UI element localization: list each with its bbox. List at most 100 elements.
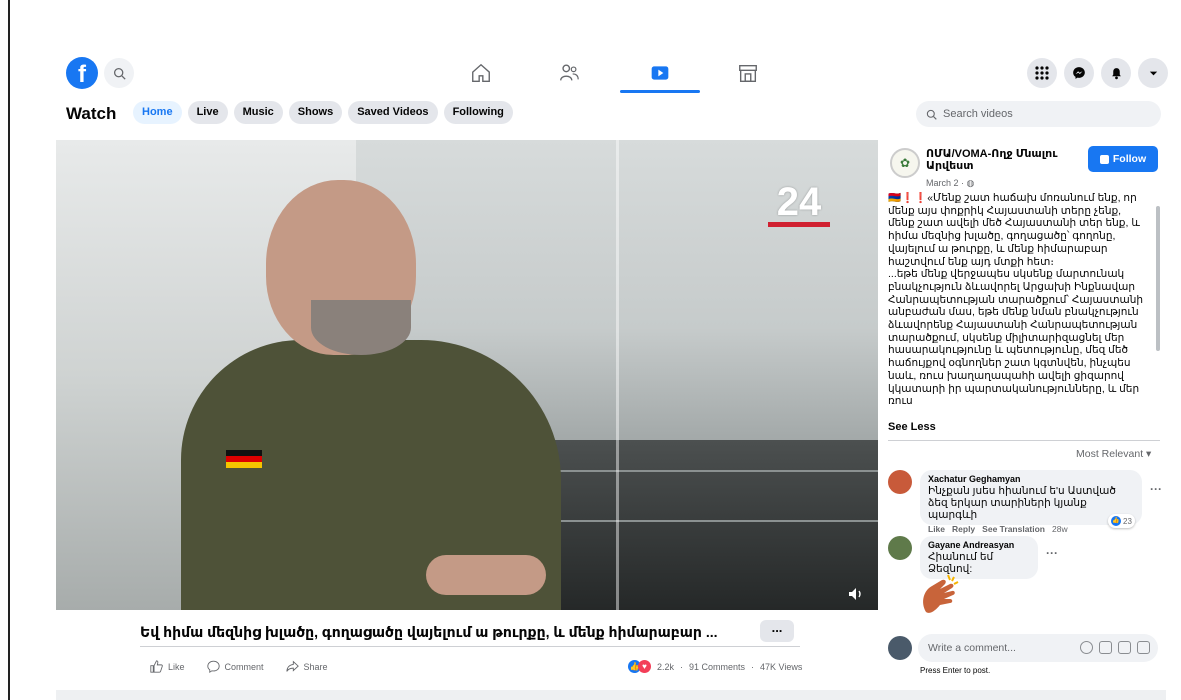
see-translation-link[interactable]: See Translation [982, 524, 1045, 534]
watch-tabs: Home Live Music Shows Saved Videos Follo… [133, 101, 513, 124]
chevron-down-icon [1149, 71, 1157, 75]
write-comment-placeholder: Write a comment... [928, 642, 1016, 654]
like-label: Like [168, 661, 185, 672]
left-border [8, 0, 10, 700]
facebook-logo[interactable]: f [66, 57, 98, 89]
video-actions: Like Comment Share [150, 660, 328, 673]
tab-live[interactable]: Live [187, 101, 228, 124]
post-date: March 2 · ◍ [926, 178, 974, 189]
shelf-line [526, 520, 878, 522]
account-button[interactable] [1138, 58, 1168, 88]
video-player[interactable]: 24 [56, 140, 878, 610]
notifications-button[interactable] [1101, 58, 1131, 88]
comment-sort-dropdown[interactable]: Most Relevant ▾ [1076, 448, 1151, 460]
friends-icon [560, 64, 579, 81]
more-options-button[interactable]: ... [760, 620, 794, 642]
watch-icon [651, 66, 669, 80]
video-caption[interactable]: Եվ հիմա մեզնից խլածը, գողացածը վայելում … [140, 624, 740, 641]
channel-logo: 24 [776, 180, 822, 224]
search-videos-placeholder: Search videos [943, 108, 1013, 120]
speaker-beard [311, 300, 411, 355]
comment-options-button[interactable]: ··· [1046, 546, 1058, 560]
grid-menu-icon [1035, 66, 1049, 80]
page-title: Watch [66, 104, 117, 123]
home-icon [472, 63, 490, 82]
marketplace-icon [739, 64, 757, 82]
comment-like-link[interactable]: Like [928, 524, 945, 534]
like-reaction-icon: 👍 [1111, 516, 1121, 526]
share-icon [285, 660, 299, 672]
follow-icon [1099, 154, 1109, 164]
camera-icon[interactable] [1099, 641, 1112, 654]
reaction-count[interactable]: 2.2k [657, 662, 674, 672]
top-navigation-bar: f [56, 40, 1168, 98]
see-less-link[interactable]: See Less [888, 421, 936, 433]
commenter-avatar[interactable] [888, 536, 912, 560]
comment-input-tools [1080, 641, 1150, 654]
divider [140, 646, 800, 647]
comment-reply-link[interactable]: Reply [952, 524, 975, 534]
bell-icon [1111, 67, 1121, 79]
write-comment-input[interactable]: Write a comment... [918, 634, 1158, 662]
tab-following[interactable]: Following [443, 101, 513, 124]
love-reaction-icon: ♥ [638, 660, 651, 673]
comment-time[interactable]: 28w [1052, 524, 1068, 534]
separator-dot: · [751, 661, 755, 672]
nav-friends[interactable] [556, 60, 582, 86]
follow-label: Follow [1112, 153, 1147, 165]
nav-watch[interactable] [647, 60, 673, 86]
comment-meta: Like Reply See Translation 28w [928, 524, 1068, 534]
video-stats: 👍 ♥ 2.2k · 91 Comments · 47K Views [628, 660, 802, 673]
studio-shelf [526, 440, 878, 610]
gif-icon[interactable] [1118, 641, 1131, 654]
share-button[interactable]: Share [285, 660, 328, 673]
current-user-avatar[interactable] [888, 636, 912, 660]
comment-count[interactable]: 91 Comments [689, 662, 745, 672]
nav-marketplace[interactable] [735, 60, 761, 86]
page-name[interactable]: ՈՄԱ/VOMA-Ողջ Մնալու Արվեստ [926, 148, 1076, 172]
search-icon [926, 109, 937, 120]
share-label: Share [303, 661, 328, 672]
facebook-watch-window: f Watch Home Live Music Shows Saved Vide… [56, 40, 1168, 700]
comment-options-button[interactable]: ··· [1150, 482, 1162, 496]
page-avatar[interactable]: ✿ [890, 148, 920, 178]
post-scrollbar[interactable] [1156, 206, 1160, 351]
glass-divider [616, 140, 619, 610]
comment-reaction-count[interactable]: 👍 23 [1108, 514, 1135, 528]
active-nav-indicator [620, 90, 700, 93]
channel-logo-bar [768, 222, 830, 227]
separator-dot: · [680, 661, 684, 672]
comment-icon [206, 660, 220, 673]
footer-band [56, 690, 1166, 700]
commenter-avatar[interactable] [888, 470, 912, 494]
view-count: 47K Views [760, 661, 803, 672]
follow-button[interactable]: Follow [1088, 146, 1158, 172]
nav-home[interactable] [468, 60, 494, 86]
globe-icon: ◍ [966, 178, 975, 188]
menu-button[interactable] [1027, 58, 1057, 88]
comment-author[interactable]: Xachatur Geghamyan [928, 474, 1134, 485]
tab-shows[interactable]: Shows [288, 101, 343, 124]
sticker-icon[interactable] [1137, 641, 1150, 654]
reaction-icons[interactable]: 👍 ♥ [628, 660, 651, 673]
tab-saved-videos[interactable]: Saved Videos [348, 101, 438, 124]
tab-home[interactable]: Home [133, 101, 182, 124]
press-enter-hint: Press Enter to post. [920, 666, 991, 675]
like-button[interactable]: Like [150, 660, 185, 673]
search-icon [113, 67, 126, 80]
comment-author[interactable]: Gayane Andreasyan [928, 540, 1030, 551]
comment-sort-label: Most Relevant [1076, 448, 1144, 460]
german-flag-patch [226, 450, 262, 468]
post-date-text[interactable]: March 2 · [926, 178, 967, 188]
shelf-line [526, 470, 878, 472]
comment-text: Ինչքան յսես հիանում ե'ս Աստված ձեզ երկար… [928, 485, 1116, 521]
comment-button[interactable]: Comment [206, 660, 264, 673]
comment-label: Comment [224, 661, 264, 672]
emoji-icon[interactable] [1080, 641, 1093, 654]
search-videos-input[interactable]: Search videos [916, 101, 1161, 127]
tab-music[interactable]: Music [233, 101, 283, 124]
comment-reaction-number: 23 [1123, 516, 1132, 526]
volume-button[interactable] [848, 587, 864, 606]
messenger-button[interactable] [1064, 58, 1094, 88]
search-button[interactable] [104, 58, 134, 88]
